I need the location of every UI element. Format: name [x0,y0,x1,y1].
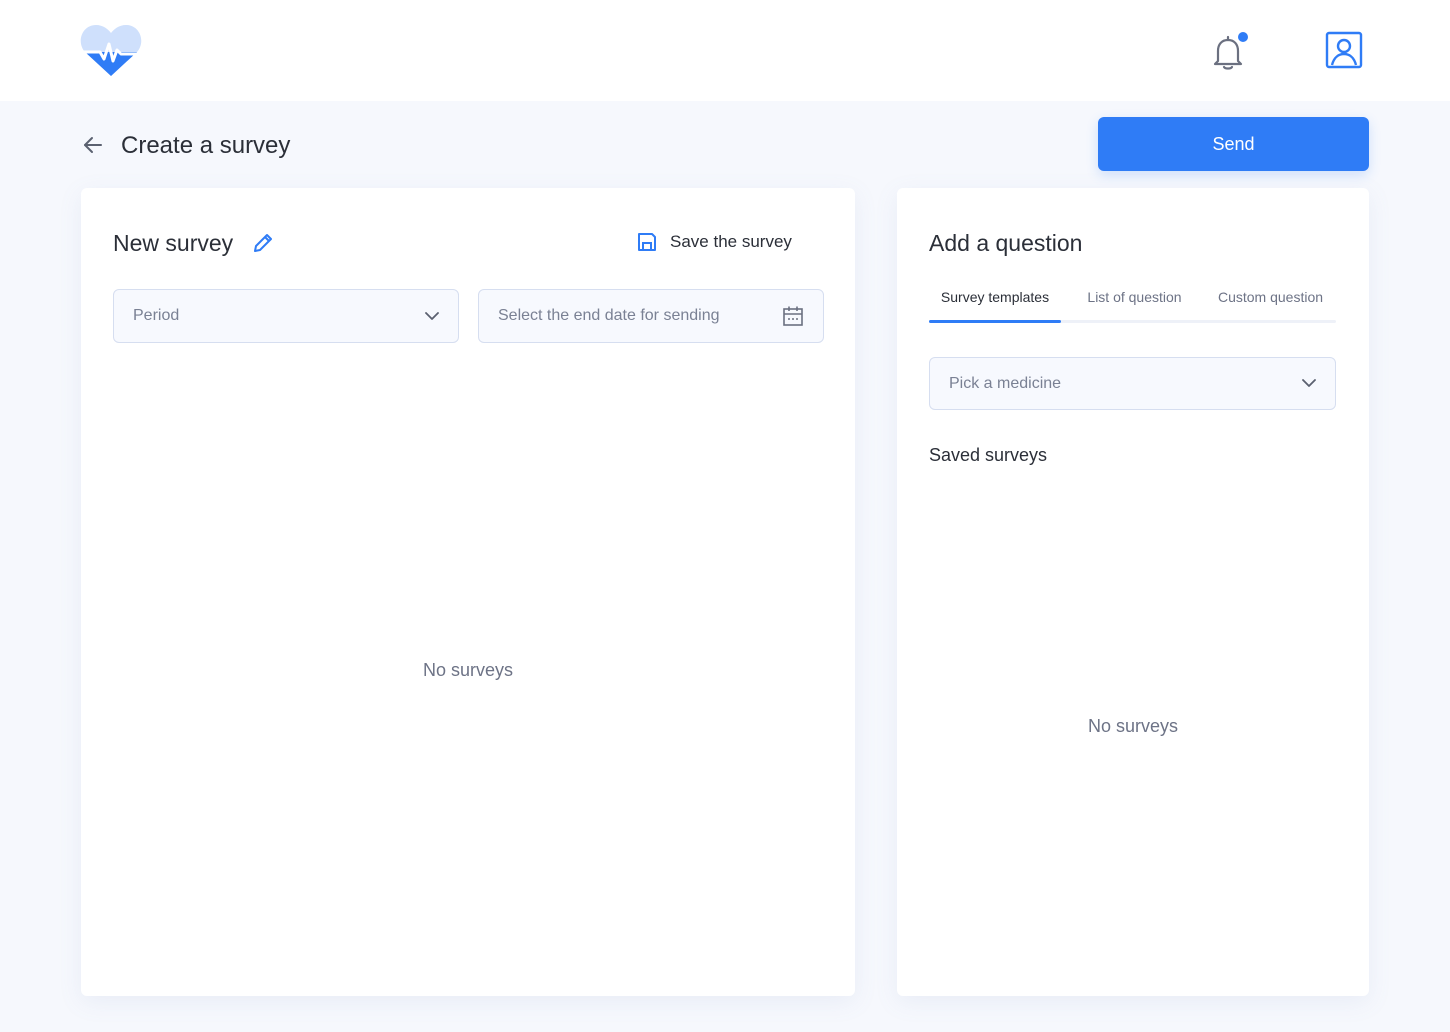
question-tabs: Survey templates List of question Custom… [929,284,1336,324]
tab-list-of-question[interactable]: List of question [1071,284,1198,320]
period-placeholder: Period [133,307,180,324]
add-question-title: Add a question [929,230,1083,256]
tab-survey-templates[interactable]: Survey templates [929,284,1061,320]
bell-icon [1213,32,1248,70]
end-date-placeholder: Select the end date for sending [498,307,720,324]
save-survey-label: Save the survey [670,232,792,251]
notification-dot [1238,32,1248,42]
end-date-field[interactable]: Select the end date for sending [478,289,824,343]
tab-custom-question[interactable]: Custom question [1208,284,1333,320]
top-bar [0,0,1450,101]
send-button[interactable]: Send [1098,117,1369,171]
page-title: Create a survey [121,132,291,159]
saved-surveys-empty-state: No surveys [1087,716,1179,736]
calendar-icon [783,306,803,326]
empty-state: No surveys [422,660,514,680]
notification-button[interactable] [1210,31,1248,71]
profile-button[interactable] [1325,31,1363,69]
medicine-placeholder: Pick a medicine [949,374,1062,392]
save-survey-button[interactable]: Save the survey [636,228,792,256]
arrow-left-icon[interactable] [82,134,104,156]
chevron-down-icon [425,311,439,320]
active-tab-indicator [929,320,1061,323]
add-question-card: Add a question Survey templates List of … [897,188,1369,996]
survey-name: New survey [113,230,234,256]
pencil-icon[interactable] [252,232,274,254]
user-profile-icon [1325,31,1363,69]
survey-card: New survey Save the survey Period Select… [81,188,855,996]
saved-surveys-title: Saved surveys [929,445,1048,465]
period-select[interactable]: Period [113,289,459,343]
floppy-disk-icon [638,233,656,251]
chevron-down-icon [1302,379,1316,387]
medicine-select[interactable]: Pick a medicine [929,357,1336,410]
heart-pulse-icon[interactable] [80,22,142,78]
